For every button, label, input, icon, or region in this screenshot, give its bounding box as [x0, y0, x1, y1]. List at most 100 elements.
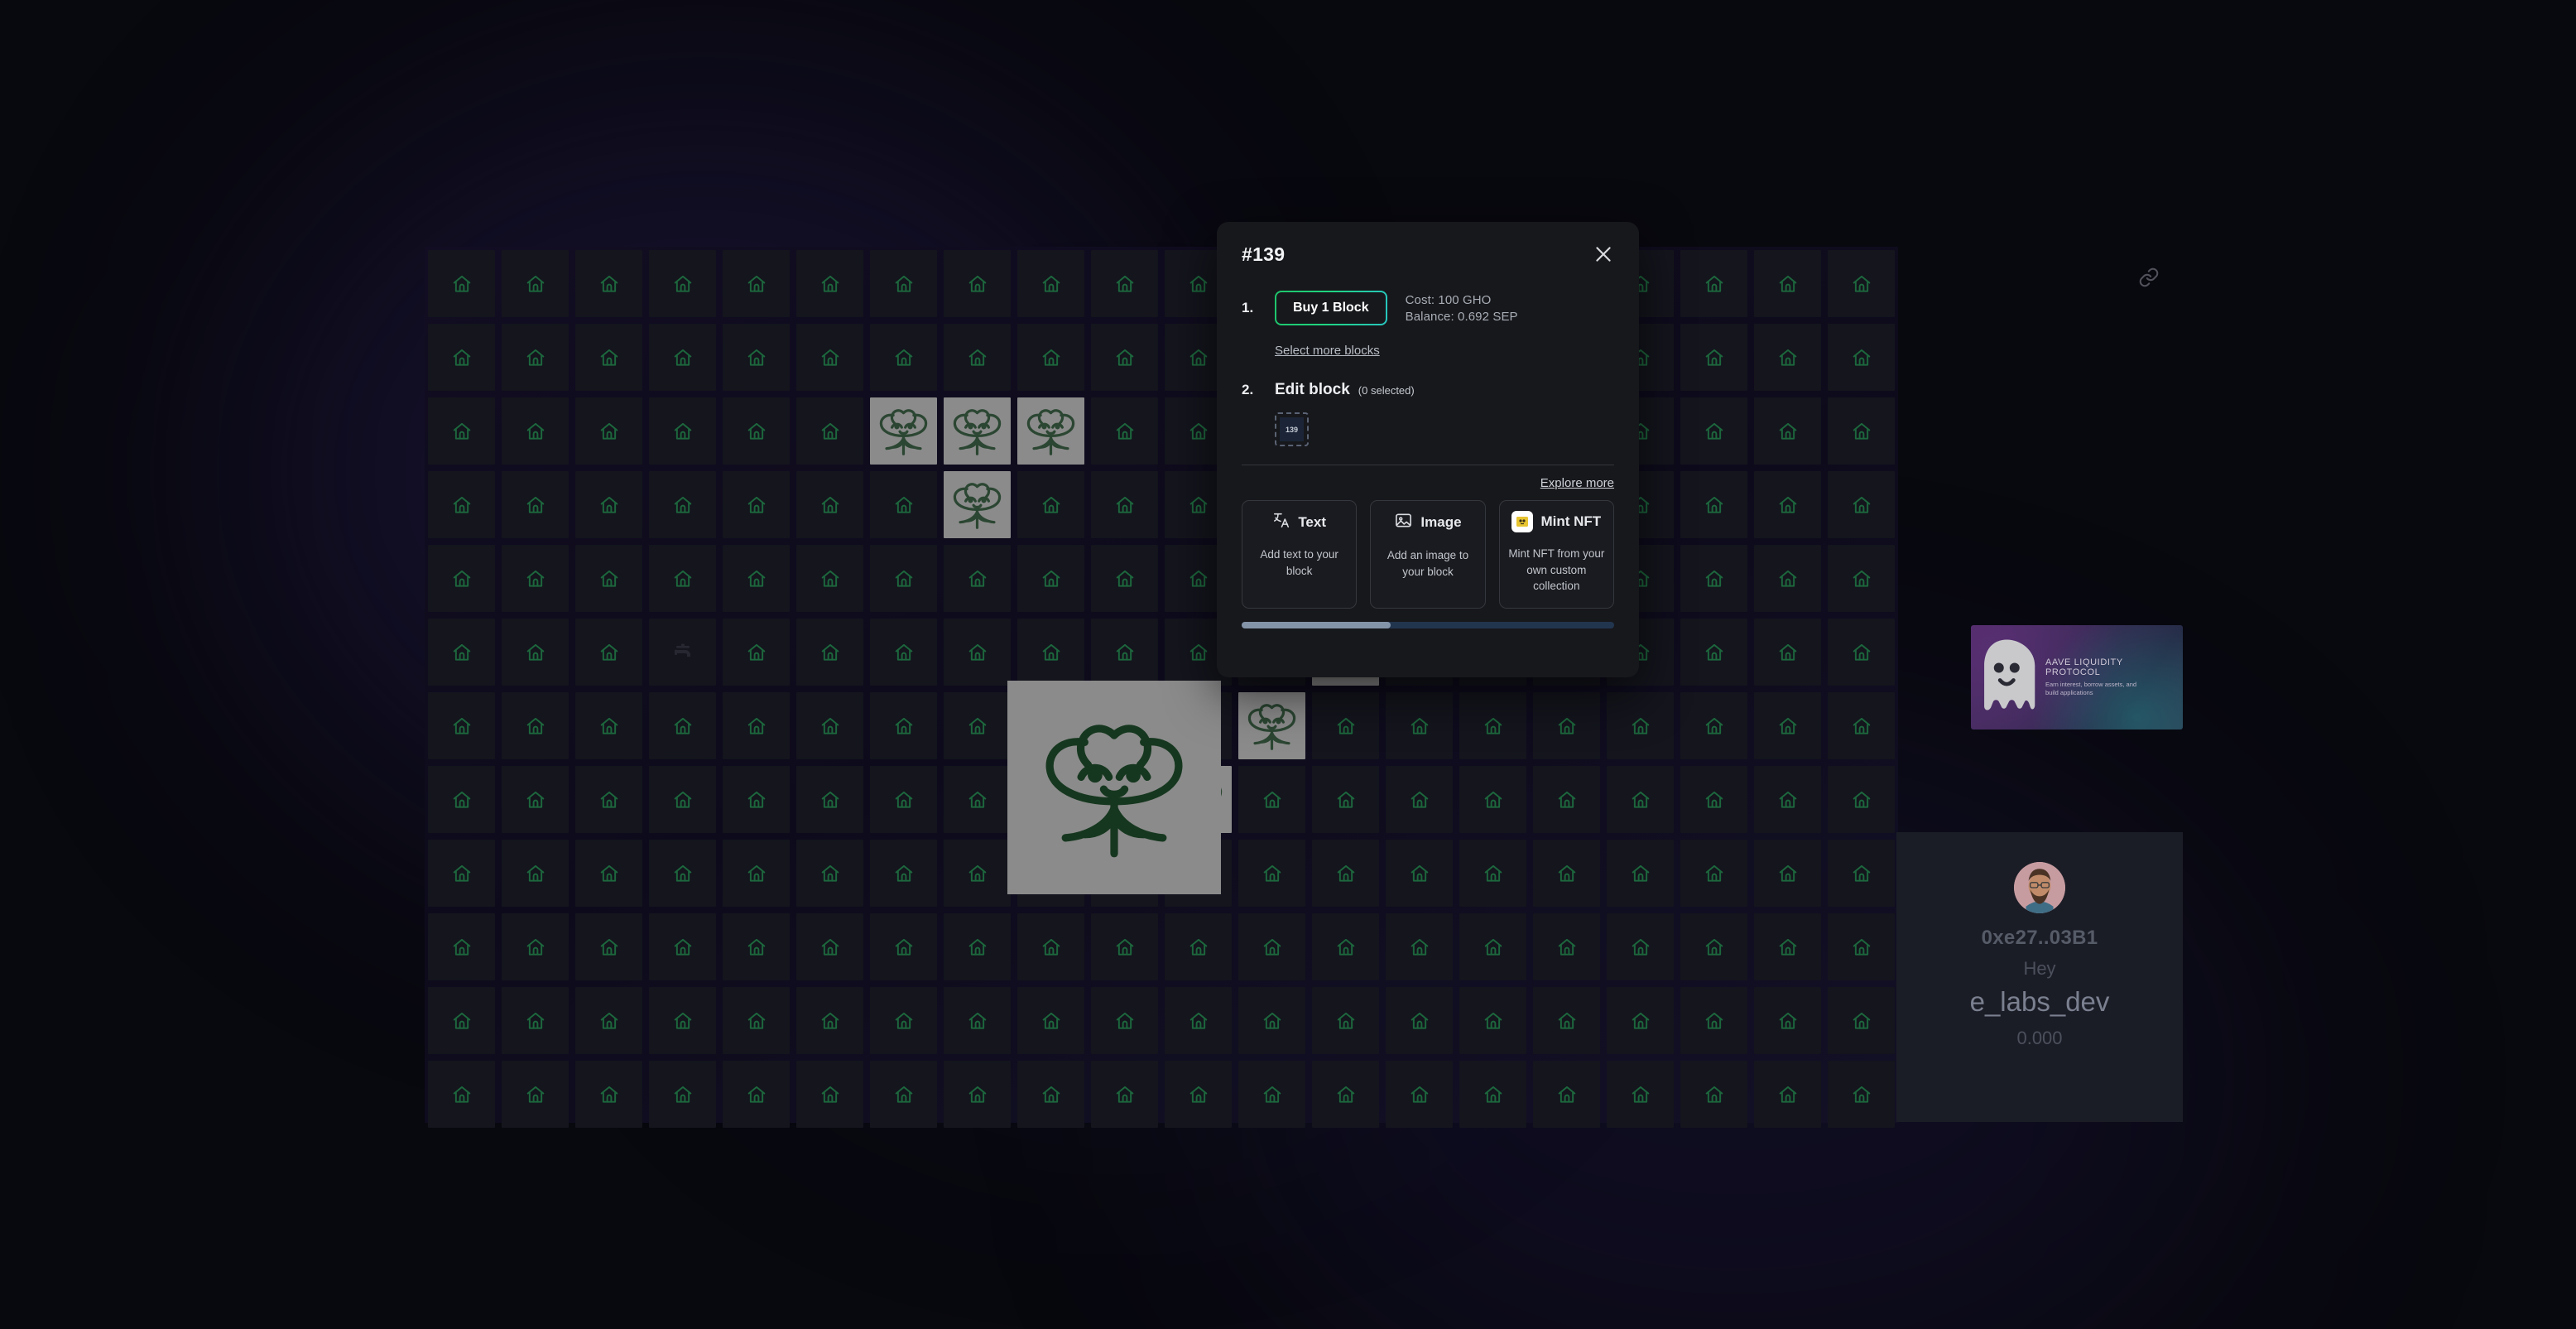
grid-cell-empty[interactable]: [1751, 763, 1824, 836]
grid-cell-empty[interactable]: [498, 615, 572, 689]
grid-cell-empty[interactable]: [425, 984, 498, 1057]
grid-cell-empty[interactable]: [793, 1057, 867, 1131]
profile-card[interactable]: 0xe27..03B1 Hey e_labs_dev 0.000: [1896, 832, 2183, 1122]
grid-cell-empty[interactable]: [1751, 836, 1824, 910]
grid-cell-empty[interactable]: [498, 984, 572, 1057]
grid-cell-empty[interactable]: [1751, 247, 1824, 320]
grid-cell-empty[interactable]: [646, 1057, 719, 1131]
grid-cell-empty[interactable]: [1382, 689, 1456, 763]
grid-cell-empty[interactable]: [646, 984, 719, 1057]
grid-cell-empty[interactable]: [1751, 320, 1824, 394]
grid-cell-empty[interactable]: [1751, 1057, 1824, 1131]
grid-cell-empty[interactable]: [498, 910, 572, 984]
grid-cell-empty[interactable]: [1235, 910, 1309, 984]
select-more-blocks-link[interactable]: Select more blocks: [1275, 344, 1380, 358]
grid-cell-empty[interactable]: [425, 320, 498, 394]
grid-cell-empty[interactable]: [867, 1057, 940, 1131]
grid-cell-empty[interactable]: [867, 984, 940, 1057]
grid-cell-empty[interactable]: [572, 763, 646, 836]
grid-cell-empty[interactable]: [867, 615, 940, 689]
grid-cell-empty[interactable]: [1382, 984, 1456, 1057]
grid-cell-empty[interactable]: [1677, 1057, 1751, 1131]
grid-cell-empty[interactable]: [719, 615, 793, 689]
grid-cell-empty[interactable]: [1014, 984, 1088, 1057]
grid-cell-empty[interactable]: [1677, 394, 1751, 468]
grid-cell-empty[interactable]: [1677, 542, 1751, 615]
action-card-mint-nft[interactable]: Mint NFT Mint NFT from your own custom c…: [1498, 500, 1614, 609]
grid-cell-empty[interactable]: [1751, 910, 1824, 984]
grid-cell-empty[interactable]: [1088, 542, 1161, 615]
grid-cell-empty[interactable]: [1824, 394, 1898, 468]
grid-cell-image[interactable]: [1014, 394, 1088, 468]
grid-cell-empty[interactable]: [867, 468, 940, 542]
grid-cell-empty[interactable]: [1677, 320, 1751, 394]
grid-cell-empty[interactable]: [498, 247, 572, 320]
grid-cell-empty[interactable]: [1382, 910, 1456, 984]
grid-cell-empty[interactable]: [940, 615, 1014, 689]
action-card-image[interactable]: Image Add an image to your block: [1370, 500, 1486, 609]
feature-block-tile[interactable]: [1007, 681, 1221, 894]
grid-cell-empty[interactable]: [425, 542, 498, 615]
grid-cell-empty[interactable]: [867, 910, 940, 984]
grid-cell-empty[interactable]: [1309, 984, 1382, 1057]
grid-cell-empty[interactable]: [719, 984, 793, 1057]
link-icon[interactable]: [2138, 267, 2160, 292]
grid-cell-empty[interactable]: [1530, 763, 1603, 836]
grid-cell-empty[interactable]: [1677, 763, 1751, 836]
grid-cell-empty[interactable]: [1309, 689, 1382, 763]
grid-cell-empty[interactable]: [1677, 836, 1751, 910]
grid-cell-empty[interactable]: [1603, 984, 1677, 1057]
grid-cell-empty[interactable]: [940, 910, 1014, 984]
buy-block-button[interactable]: Buy 1 Block: [1275, 291, 1387, 325]
grid-cell-empty[interactable]: [572, 836, 646, 910]
grid-cell-empty[interactable]: [1309, 836, 1382, 910]
grid-cell-empty[interactable]: [1824, 984, 1898, 1057]
grid-cell-empty[interactable]: [1751, 615, 1824, 689]
scrollbar-thumb[interactable]: [1242, 621, 1391, 628]
grid-cell-image[interactable]: [940, 468, 1014, 542]
grid-cell-empty[interactable]: [793, 468, 867, 542]
close-icon[interactable]: [1593, 243, 1614, 265]
grid-cell-empty[interactable]: [719, 542, 793, 615]
grid-cell-empty[interactable]: [1456, 763, 1530, 836]
grid-cell-empty[interactable]: [572, 910, 646, 984]
grid-cell-empty[interactable]: [646, 910, 719, 984]
grid-cell-empty[interactable]: [1751, 689, 1824, 763]
grid-cell-empty[interactable]: [719, 247, 793, 320]
grid-cell-empty[interactable]: [1530, 1057, 1603, 1131]
grid-cell-empty[interactable]: [1677, 468, 1751, 542]
grid-cell-empty[interactable]: [1456, 910, 1530, 984]
grid-cell-empty[interactable]: [1161, 1057, 1235, 1131]
grid-cell-empty[interactable]: [1677, 247, 1751, 320]
grid-cell-empty[interactable]: [793, 763, 867, 836]
grid-cell-empty[interactable]: [1014, 320, 1088, 394]
action-card-text[interactable]: Text Add text to your block: [1242, 500, 1358, 609]
grid-cell-empty[interactable]: [1603, 763, 1677, 836]
grid-cell-empty[interactable]: [425, 247, 498, 320]
grid-cell-empty[interactable]: [1603, 689, 1677, 763]
explore-more-link[interactable]: Explore more: [1540, 476, 1614, 490]
grid-cell-empty[interactable]: [867, 542, 940, 615]
grid-cell-empty[interactable]: [1751, 984, 1824, 1057]
grid-cell-empty[interactable]: [1088, 984, 1161, 1057]
grid-cell-faucet[interactable]: [646, 615, 719, 689]
grid-cell-image[interactable]: [1235, 689, 1309, 763]
grid-cell-empty[interactable]: [1751, 394, 1824, 468]
grid-cell-empty[interactable]: [867, 763, 940, 836]
grid-cell-empty[interactable]: [1456, 836, 1530, 910]
grid-cell-empty[interactable]: [498, 763, 572, 836]
grid-cell-empty[interactable]: [646, 689, 719, 763]
grid-cell-empty[interactable]: [572, 247, 646, 320]
grid-cell-empty[interactable]: [940, 542, 1014, 615]
grid-cell-empty[interactable]: [425, 615, 498, 689]
grid-cell-empty[interactable]: [1530, 910, 1603, 984]
grid-cell-empty[interactable]: [646, 320, 719, 394]
grid-cell-empty[interactable]: [1382, 1057, 1456, 1131]
grid-cell-image[interactable]: [940, 394, 1014, 468]
grid-cell-empty[interactable]: [572, 542, 646, 615]
grid-cell-empty[interactable]: [572, 394, 646, 468]
grid-cell-empty[interactable]: [1824, 1057, 1898, 1131]
grid-cell-empty[interactable]: [940, 689, 1014, 763]
grid-cell-empty[interactable]: [1603, 1057, 1677, 1131]
grid-cell-empty[interactable]: [1014, 910, 1088, 984]
